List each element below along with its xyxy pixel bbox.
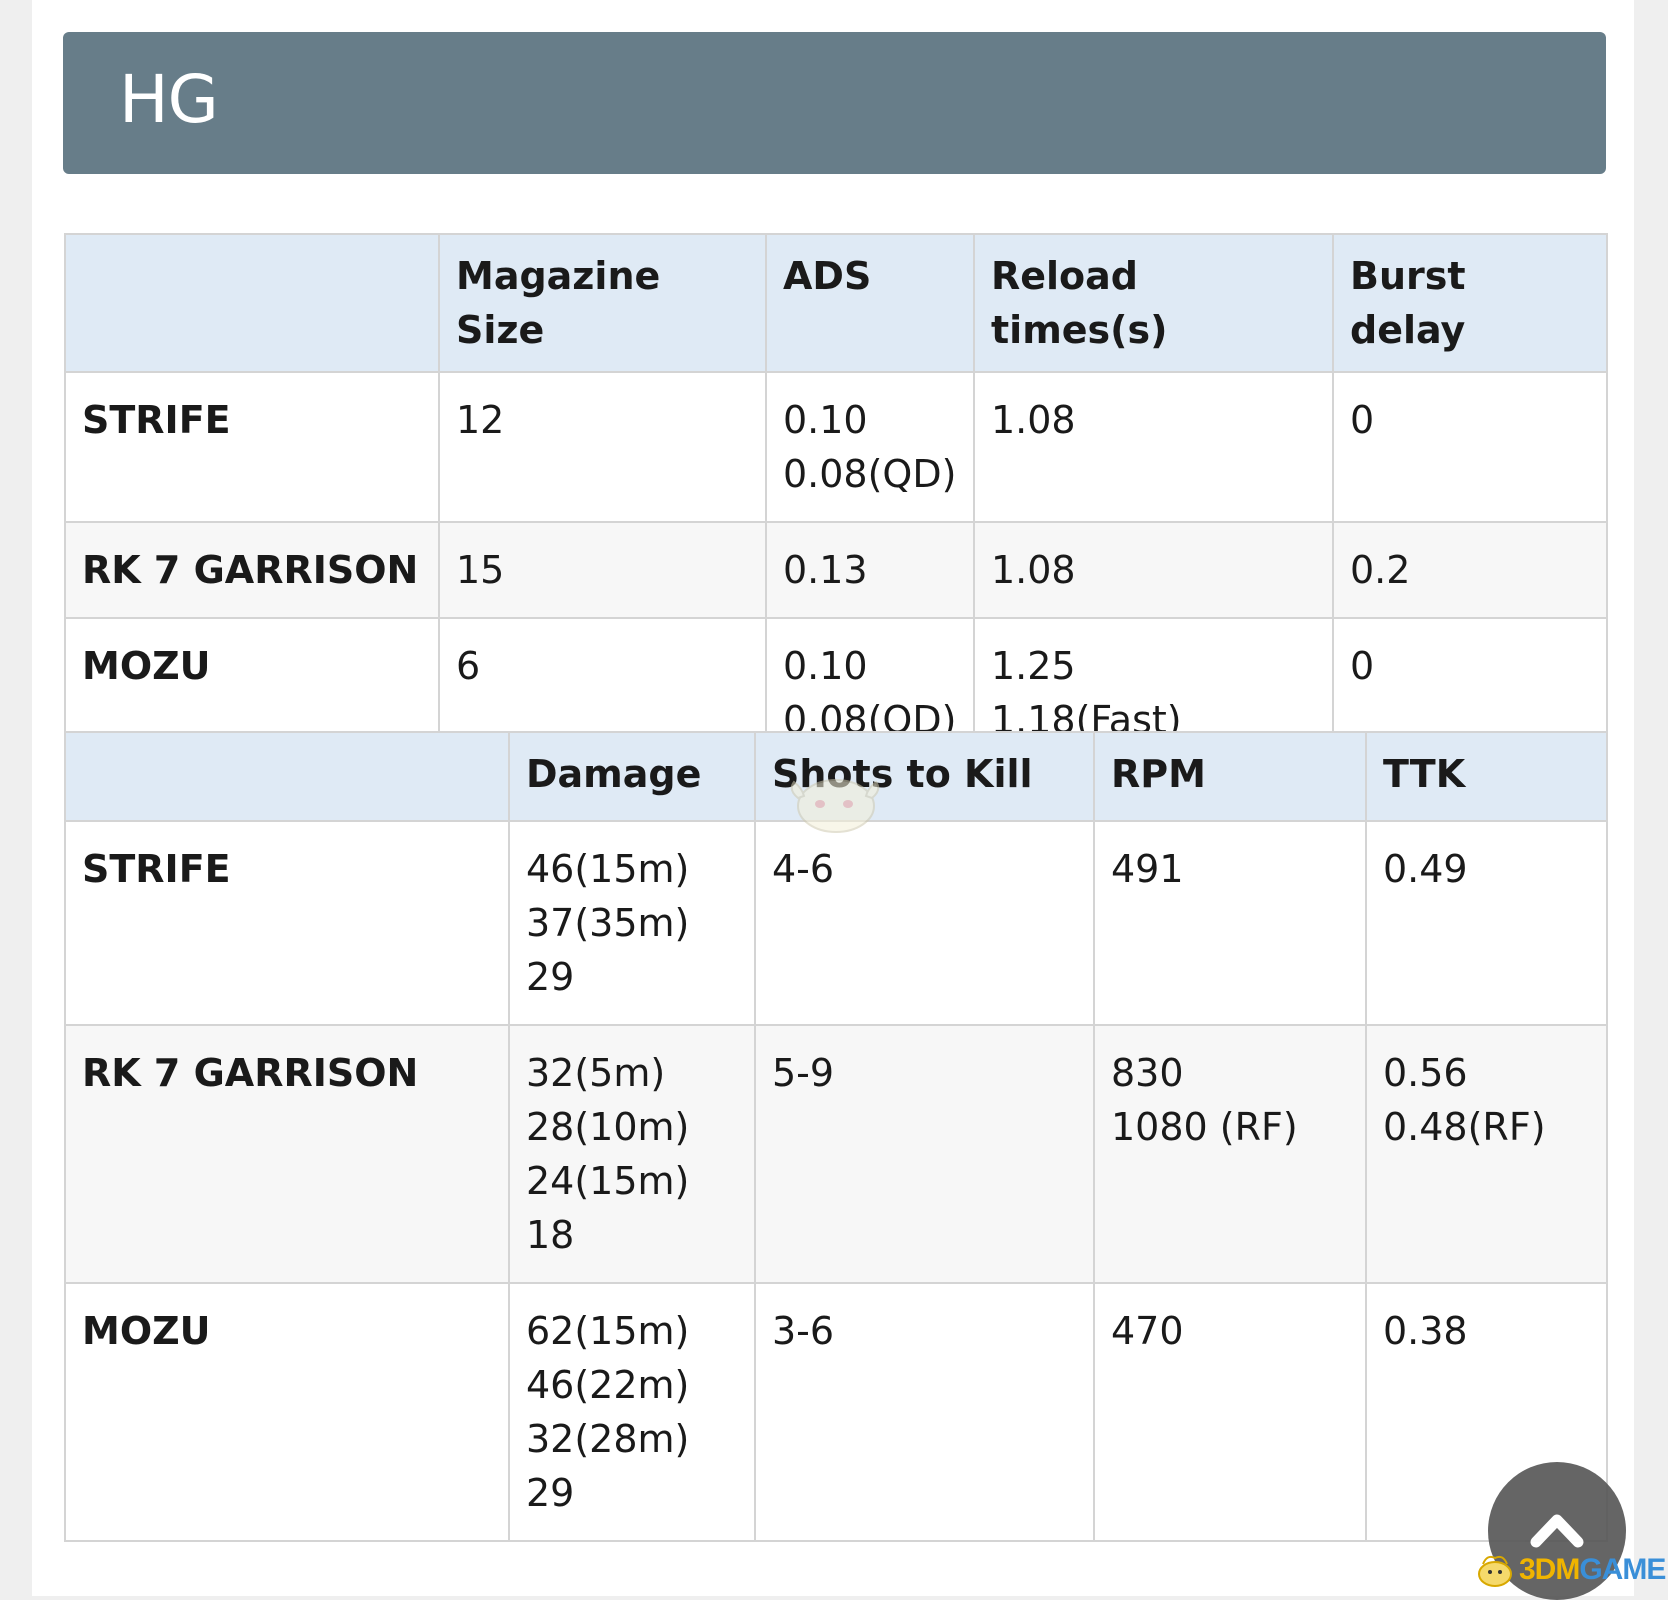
shots-to-kill-cell: 4-6 bbox=[754, 820, 1095, 1026]
section-title: HG bbox=[119, 61, 219, 138]
rpm-cell: 830 1080 (RF) bbox=[1093, 1024, 1367, 1284]
rpm-cell: 470 bbox=[1093, 1282, 1367, 1542]
reload-cell: 1.08 bbox=[973, 371, 1334, 523]
column-header bbox=[64, 233, 440, 373]
mascot-watermark-icon bbox=[790, 779, 880, 833]
watermark-text: 3DMGAME bbox=[1519, 1553, 1666, 1587]
weapon-name: RK 7 GARRISON bbox=[64, 1024, 510, 1284]
rpm-cell: 491 bbox=[1093, 820, 1367, 1026]
column-header bbox=[64, 731, 510, 822]
magazine-size-cell: 12 bbox=[438, 371, 767, 523]
magazine-size-cell: 15 bbox=[438, 521, 767, 619]
burst-delay-cell: 0 bbox=[1332, 371, 1608, 523]
watermark-suffix: GAME bbox=[1579, 1553, 1666, 1586]
table-row: STRIFE 12 0.10 0.08(QD) 1.08 0 bbox=[64, 371, 1608, 523]
table-row: STRIFE 46(15m) 37(35m) 29 4-6 491 0.49 bbox=[64, 820, 1608, 1026]
column-header-ads: ADS bbox=[765, 233, 975, 373]
damage-cell: 62(15m) 46(22m) 32(28m) 29 bbox=[508, 1282, 756, 1542]
mascot-logo-icon bbox=[1478, 1555, 1512, 1587]
damage-cell: 32(5m) 28(10m) 24(15m) 18 bbox=[508, 1024, 756, 1284]
table-row: MOZU 62(15m) 46(22m) 32(28m) 29 3-6 470 … bbox=[64, 1282, 1608, 1542]
column-header-damage: Damage bbox=[508, 731, 756, 822]
table-row: RK 7 GARRISON 32(5m) 28(10m) 24(15m) 18 … bbox=[64, 1024, 1608, 1284]
damage-cell: 46(15m) 37(35m) 29 bbox=[508, 820, 756, 1026]
weapon-name: STRIFE bbox=[64, 820, 510, 1026]
shots-to-kill-cell: 3-6 bbox=[754, 1282, 1095, 1542]
table-header-row: Magazine Size ADS Reload times(s) Burst … bbox=[64, 233, 1608, 373]
burst-delay-cell: 0.2 bbox=[1332, 521, 1608, 619]
column-header-reload-times: Reload times(s) bbox=[973, 233, 1334, 373]
column-header-magazine-size: Magazine Size bbox=[438, 233, 767, 373]
site-watermark: 3DMGAME bbox=[1475, 1548, 1666, 1592]
ads-cell: 0.13 bbox=[765, 521, 975, 619]
watermark-brand: 3DM bbox=[1519, 1553, 1580, 1586]
column-header-rpm: RPM bbox=[1093, 731, 1367, 822]
column-header-ttk: TTK bbox=[1365, 731, 1608, 822]
section-header: HG bbox=[63, 32, 1606, 174]
weapon-stats-table-1: Magazine Size ADS Reload times(s) Burst … bbox=[64, 233, 1608, 769]
weapon-name: MOZU bbox=[64, 1282, 510, 1542]
table-row: RK 7 GARRISON 15 0.13 1.08 0.2 bbox=[64, 521, 1608, 619]
reload-cell: 1.08 bbox=[973, 521, 1334, 619]
shots-to-kill-cell: 5-9 bbox=[754, 1024, 1095, 1284]
weapon-name: RK 7 GARRISON bbox=[64, 521, 440, 619]
column-header-burst-delay: Burst delay bbox=[1332, 233, 1608, 373]
weapon-name: STRIFE bbox=[64, 371, 440, 523]
ttk-cell: 0.49 bbox=[1365, 820, 1608, 1026]
ttk-cell: 0.56 0.48(RF) bbox=[1365, 1024, 1608, 1284]
weapon-stats-table-2: Damage Shots to Kill RPM TTK STRIFE 46(1… bbox=[64, 731, 1608, 1542]
ads-cell: 0.10 0.08(QD) bbox=[765, 371, 975, 523]
